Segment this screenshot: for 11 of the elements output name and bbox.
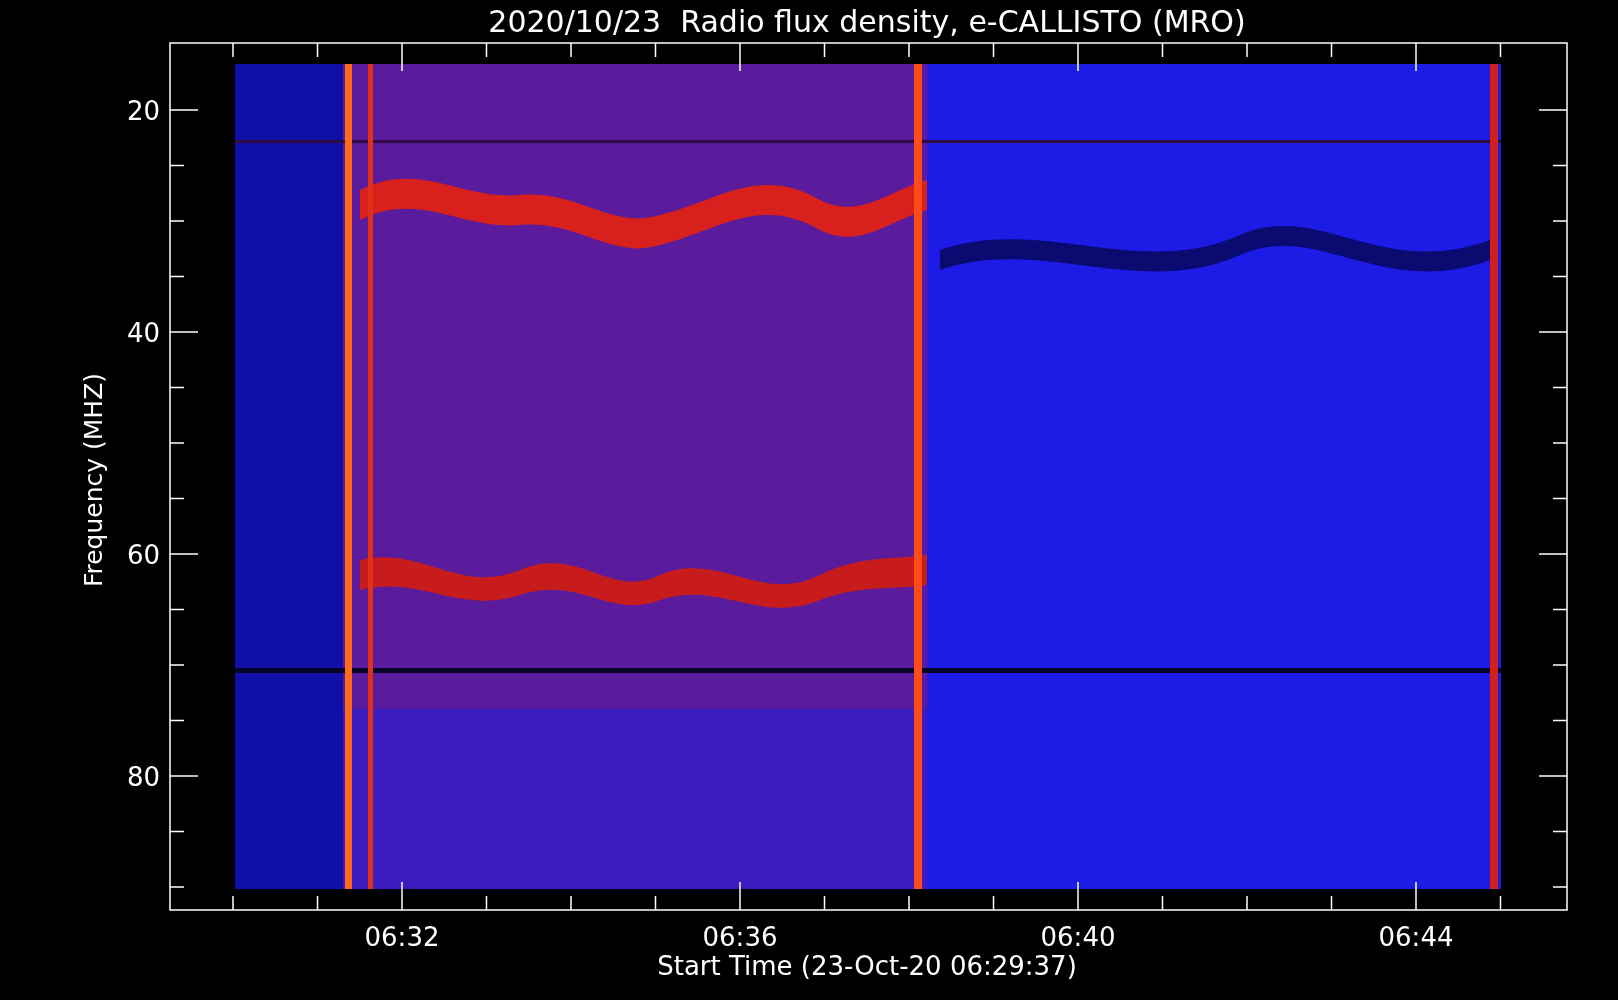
x-tick-label: 06:36 [702,922,778,952]
x-tick-label: 06:32 [364,922,440,952]
chart-title: 2020/10/23 Radio flux density, e-CALLISTO (MRO) [488,4,1246,39]
x-tick-label: 06:44 [1378,922,1454,952]
x-tick-label: 06:40 [1040,922,1116,952]
y-axis-label: Frequency (MHZ) [79,372,108,588]
y-tick-label: 80 [126,762,160,792]
y-tick-label: 60 [126,540,160,570]
y-tick-label: 40 [126,318,160,348]
y-tick-label: 20 [126,96,160,126]
x-axis-label: Start Time (23-Oct-20 06:29:37) [657,951,1077,981]
